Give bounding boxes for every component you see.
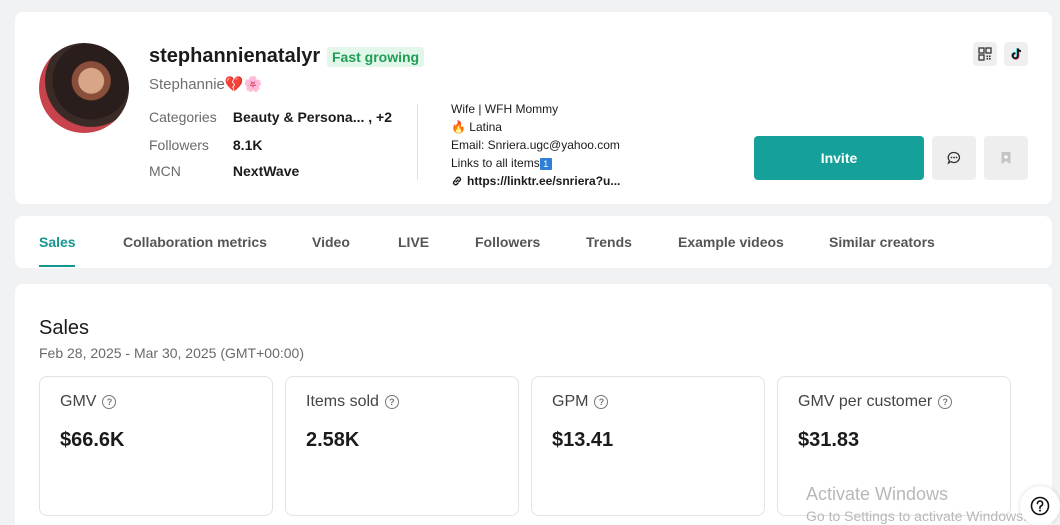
tiktok-icon — [1011, 48, 1022, 60]
tab-followers[interactable]: Followers — [475, 234, 540, 250]
metric-label-text: GPM — [552, 393, 589, 410]
divider — [417, 104, 418, 180]
help-icon[interactable]: ? — [938, 395, 953, 409]
active-tab-indicator — [39, 265, 75, 267]
watermark-title: Activate Windows — [806, 484, 949, 504]
tab-example-videos[interactable]: Example videos — [678, 234, 784, 250]
help-icon[interactable]: ? — [384, 395, 399, 409]
metric-value: $13.41 — [552, 429, 614, 451]
bio-line-text: Links to all items — [451, 156, 540, 170]
bio-line: Wife | WFH Mommy — [451, 102, 559, 116]
bio-line: Links to all items 1 — [451, 154, 620, 172]
tiktok-button[interactable] — [1004, 42, 1028, 66]
metric-value: 2.58K — [306, 429, 360, 451]
creator-display-name: Stephannie💔🌸 — [149, 76, 263, 93]
help-icon[interactable]: ? — [594, 395, 609, 409]
watermark-subtitle: Go to Settings to activate Windows. — [806, 508, 1027, 524]
categories-row: Categories Beauty & Persona... , +2 — [149, 109, 392, 125]
mcn-row: MCN NextWave — [149, 163, 299, 179]
metric-label: GMV ? — [60, 393, 117, 411]
help-icon — [1030, 496, 1050, 516]
metric-label-text: Items sold — [306, 393, 379, 410]
profile-card: stephannienatalyr Fast growing Stephanni… — [15, 12, 1052, 204]
tab-sales[interactable]: Sales — [39, 234, 76, 250]
bio-link[interactable]: https://linktr.ee/snriera?u... — [451, 172, 620, 190]
creator-username: stephannienatalyr — [149, 45, 321, 67]
metric-card-gpm: GPM ? $13.41 — [531, 376, 765, 516]
followers-row: Followers 8.1K — [149, 137, 262, 153]
creator-bio: Wife | WFH Mommy 🔥 Latina Email: Snriera… — [451, 100, 620, 190]
activation-watermark: Activate Windows Go to Settings to activ… — [806, 484, 1027, 524]
bookmark-icon — [1001, 152, 1011, 164]
metric-label-text: GMV per customer — [798, 393, 933, 410]
bookmark-button[interactable] — [984, 136, 1028, 180]
metric-label-text: GMV — [60, 393, 97, 410]
metric-label: GPM ? — [552, 393, 609, 411]
qr-code-button[interactable] — [973, 42, 997, 66]
status-badge: Fast growing — [327, 47, 425, 67]
tab-live[interactable]: LIVE — [398, 234, 429, 250]
metric-value: $31.83 — [798, 429, 860, 451]
tab-bar: Sales Collaboration metrics Video LIVE F… — [15, 216, 1052, 268]
mcn-value: NextWave — [232, 163, 300, 179]
metric-card-gmv: GMV ? $66.6K — [39, 376, 273, 516]
categories-label: Categories — [149, 109, 217, 125]
qr-code-icon — [978, 47, 992, 61]
keycap-one-icon: 1 — [539, 157, 552, 170]
bio-line: Email: Snriera.ugc@yahoo.com — [451, 138, 620, 152]
tab-similar-creators[interactable]: Similar creators — [829, 234, 935, 250]
mcn-label: MCN — [149, 163, 181, 179]
avatar[interactable] — [39, 43, 129, 133]
bio-line: 🔥 Latina — [451, 120, 502, 134]
followers-label: Followers — [149, 137, 209, 153]
metric-label: Items sold ? — [306, 393, 399, 411]
link-icon — [452, 176, 462, 186]
message-button[interactable] — [932, 136, 976, 180]
section-title: Sales — [39, 317, 90, 339]
date-range: Feb 28, 2025 - Mar 30, 2025 (GMT+00:00) — [39, 345, 304, 361]
help-icon[interactable]: ? — [102, 395, 117, 409]
tab-video[interactable]: Video — [312, 234, 350, 250]
metric-value: $66.6K — [60, 429, 125, 451]
invite-button[interactable]: Invite — [754, 136, 924, 180]
help-button[interactable] — [1020, 486, 1060, 525]
tab-collaboration-metrics[interactable]: Collaboration metrics — [123, 234, 267, 250]
message-icon — [947, 151, 961, 165]
metric-card-items-sold: Items sold ? 2.58K — [285, 376, 519, 516]
tab-trends[interactable]: Trends — [586, 234, 632, 250]
metric-label: GMV per customer ? — [798, 393, 953, 411]
categories-value[interactable]: Beauty & Persona... , +2 — [233, 109, 392, 125]
followers-value: 8.1K — [232, 137, 263, 153]
bio-link-text[interactable]: https://linktr.ee/snriera?u... — [467, 172, 620, 190]
